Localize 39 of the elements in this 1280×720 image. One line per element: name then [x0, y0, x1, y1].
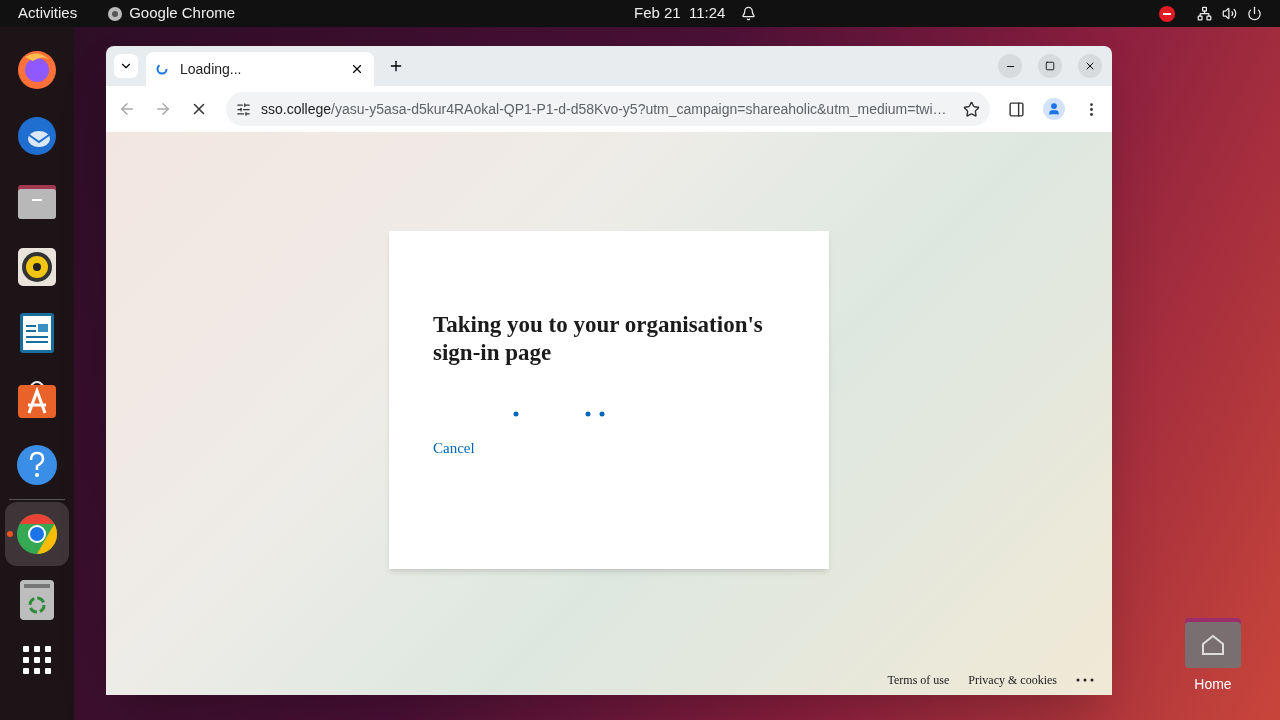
bookmark-star-icon[interactable]	[963, 100, 980, 118]
power-icon[interactable]	[1247, 6, 1262, 21]
tab-search-button[interactable]	[114, 54, 138, 78]
bell-icon[interactable]	[741, 6, 757, 21]
browser-tab[interactable]: Loading...	[146, 52, 374, 86]
footer-link[interactable]: Privacy & cookies	[968, 671, 1057, 689]
home-folder-icon[interactable]	[1185, 618, 1241, 668]
close-icon	[1084, 60, 1096, 72]
speaker-icon[interactable]	[15, 245, 59, 289]
network-icon[interactable]	[1197, 6, 1212, 21]
address-bar[interactable]: sso.college/yasu-y5asa-d5kur4RAokal-QP1-P1-d-d58Kvo-y5?utm_campaign=shareaholic&utm_medium=twi…	[226, 92, 990, 126]
url: sso.college/yasu-y5asa-d5kur4RAokal-QP1-P1-d-d58Kvo-y5?utm_campaign=shareaholic&utm_medium=twi…	[261, 99, 948, 119]
side-panel-icon[interactable]	[1008, 100, 1025, 118]
clock[interactable]: Feb 21 11:24	[634, 2, 726, 25]
maximize-icon	[1045, 61, 1055, 71]
dock-item[interactable]	[5, 502, 69, 566]
close-tab-icon[interactable]	[350, 62, 364, 76]
person-icon	[1047, 102, 1061, 116]
cancel-link[interactable]: Cancel	[433, 437, 475, 460]
activities-button[interactable]: Activities	[18, 2, 78, 25]
desktop-icon-label[interactable]: Home	[1194, 674, 1232, 695]
running-indicator	[7, 531, 13, 537]
tab-title: Loading...	[180, 59, 243, 79]
do-not-disturb-icon[interactable]	[1159, 5, 1175, 22]
volume-icon[interactable]	[1222, 6, 1237, 21]
app-name[interactable]: Google Chrome	[129, 2, 236, 25]
footer-link[interactable]: Terms of use	[887, 671, 950, 689]
maximize-button[interactable]	[1038, 54, 1062, 78]
heading: Taking you to your organisation's sign-in page	[433, 311, 764, 367]
more-options-icon[interactable]	[1076, 678, 1094, 682]
chrome-icon[interactable]	[15, 512, 59, 556]
loading-spinner-icon	[156, 63, 168, 75]
chrome-icon	[107, 5, 124, 22]
site-info-icon[interactable]	[236, 101, 251, 117]
close-button[interactable]	[1078, 54, 1102, 78]
help-icon[interactable]	[15, 443, 59, 487]
app-grid-icon[interactable]	[21, 644, 53, 676]
new-tab-icon[interactable]	[388, 58, 404, 74]
profile-icon[interactable]	[1043, 98, 1065, 120]
